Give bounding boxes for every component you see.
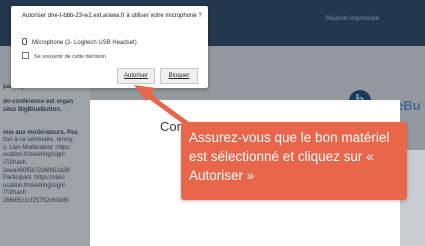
callout-text: Assurez-vous que le bon matériel est sél… (189, 130, 390, 183)
instruction-callout: Assurez-vous que le bon matériel est sél… (181, 122, 407, 200)
